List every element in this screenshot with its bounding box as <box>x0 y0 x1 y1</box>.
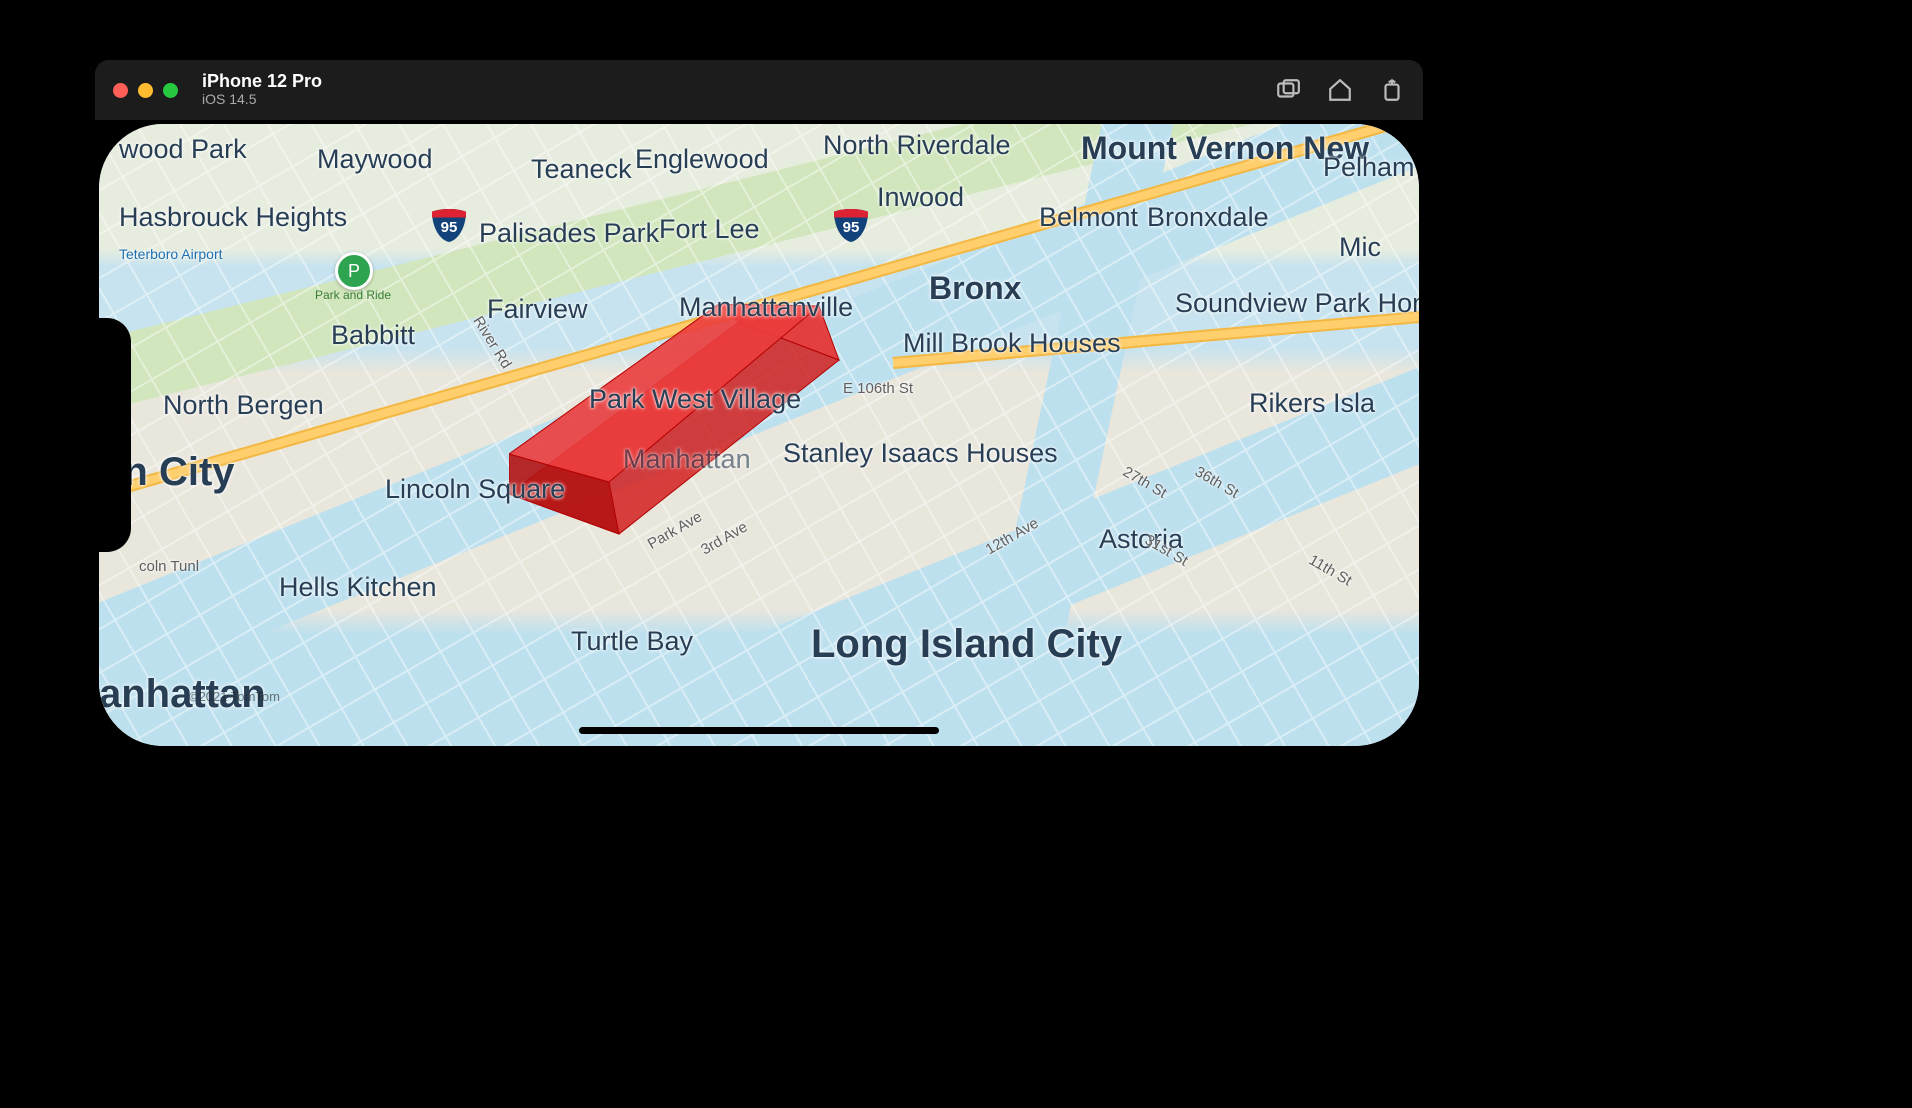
label-soundview: Soundview Park Homes <box>1175 288 1419 319</box>
screenshot-icon[interactable] <box>1275 77 1301 103</box>
label-mic: Mic <box>1339 232 1381 263</box>
home-icon[interactable] <box>1327 77 1353 103</box>
label-palisades-park: Palisades Park <box>479 218 659 249</box>
rotate-icon[interactable] <box>1379 77 1405 103</box>
device-frame: 95 95 P Park and Ride <box>95 120 1423 750</box>
home-indicator[interactable] <box>579 727 939 734</box>
label-hasbrouck-heights: Hasbrouck Heights <box>119 202 347 233</box>
label-stanley-isaacs: Stanley Isaacs Houses <box>783 438 1058 469</box>
label-bronx: Bronx <box>929 270 1021 307</box>
label-maywood: Maywood <box>317 144 433 175</box>
label-inwood: Inwood <box>877 182 964 213</box>
label-fort-lee: Fort Lee <box>659 214 760 245</box>
label-park-west-village: Park West Village <box>589 384 801 415</box>
i95-shield-a: 95 <box>429 208 469 242</box>
label-rikers-isl: Rikers Isla <box>1249 388 1375 419</box>
label-teaneck: Teaneck <box>531 154 632 185</box>
titlebar: iPhone 12 Pro iOS 14.5 <box>95 60 1423 120</box>
shield-num: 95 <box>429 208 469 242</box>
simulator-window: iPhone 12 Pro iOS 14.5 <box>95 60 1423 750</box>
shield-num: 95 <box>831 208 871 242</box>
zoom-button[interactable] <box>163 83 178 98</box>
label-teterboro: Teterboro Airport <box>119 246 223 262</box>
device-title: iPhone 12 Pro <box>202 72 322 92</box>
title-block: iPhone 12 Pro iOS 14.5 <box>202 72 322 107</box>
label-englewood: Englewood <box>635 144 769 175</box>
minimize-button[interactable] <box>138 83 153 98</box>
i95-shield-b: 95 <box>831 208 871 242</box>
park-and-ride-label: Park and Ride <box>313 288 393 302</box>
notch <box>99 318 131 552</box>
map-view[interactable]: 95 95 P Park and Ride <box>99 124 1419 746</box>
label-manhattanville: Manhattanville <box>679 292 853 323</box>
screen: 95 95 P Park and Ride <box>99 124 1419 746</box>
label-manhattan: Manhattan <box>623 444 751 475</box>
label-turtle-bay: Turtle Bay <box>571 626 693 657</box>
traffic-lights <box>113 83 178 98</box>
phone-body: 95 95 P Park and Ride <box>99 124 1419 746</box>
park-and-ride-icon[interactable]: P <box>335 252 373 290</box>
label-lincoln-square: Lincoln Square <box>385 474 565 505</box>
label-bronxdale: Bronxdale <box>1147 202 1269 233</box>
map-attribution: ©2021 TomTom <box>189 689 280 704</box>
label-pelham: Pelham <box>1323 152 1415 183</box>
close-button[interactable] <box>113 83 128 98</box>
label-wood-park: wood Park <box>119 134 247 165</box>
label-fairview: Fairview <box>487 294 588 325</box>
label-e106: E 106th St <box>843 380 913 397</box>
red-polygon-overlay <box>509 304 849 550</box>
label-hells-kitchen: Hells Kitchen <box>279 572 437 603</box>
label-north-riverdale: North Riverdale <box>823 130 1011 161</box>
label-mill-brook: Mill Brook Houses <box>903 328 1121 359</box>
label-belmont: Belmont <box>1039 202 1138 233</box>
label-north-bergen: North Bergen <box>163 390 324 421</box>
label-lincoln-tunnel: coln Tunl <box>139 558 199 575</box>
label-babbitt: Babbitt <box>331 320 415 351</box>
os-title: iOS 14.5 <box>202 92 322 107</box>
toolbar-right <box>1275 77 1405 103</box>
label-long-island-city: Long Island City <box>811 622 1122 667</box>
